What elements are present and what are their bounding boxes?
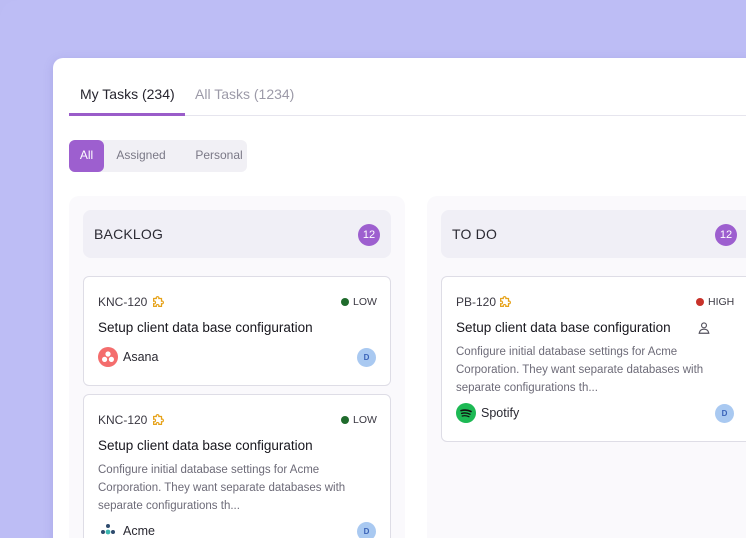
count-badge: 12	[358, 224, 380, 246]
priority-label: HIGH	[708, 296, 735, 308]
task-id: KNC-120	[98, 295, 148, 309]
task-title: Setup client data base configuration	[98, 320, 313, 335]
filter-personal-button[interactable]: Personal	[189, 140, 249, 172]
column-header: BACKLOG 12	[83, 210, 391, 258]
priority-indicator: HIGH	[696, 296, 734, 308]
task-card[interactable]: KNC-120 LOW Setup client data base confi…	[83, 276, 391, 386]
tab-all-tasks[interactable]: All Tasks (1234)	[195, 80, 294, 116]
task-card[interactable]: KNC-120 LOW Setup client data base confi…	[83, 394, 391, 538]
task-title: Setup client data base configuration	[98, 438, 313, 453]
puzzle-icon	[500, 296, 511, 307]
priority-dot	[341, 416, 349, 424]
avatar[interactable]: D	[357, 522, 376, 538]
priority-dot	[341, 298, 349, 306]
avatar[interactable]: D	[357, 348, 376, 367]
avatar[interactable]: D	[715, 404, 734, 423]
count-badge: 12	[715, 224, 737, 246]
company-tag: Acme	[98, 521, 155, 538]
tab-my-tasks[interactable]: My Tasks (234)	[69, 80, 185, 116]
spotify-logo-icon	[456, 403, 476, 423]
asana-logo-icon	[98, 347, 118, 367]
task-id: PB-120	[456, 295, 497, 309]
puzzle-icon	[153, 414, 164, 425]
priority-indicator: LOW	[341, 414, 377, 426]
company-tag: Spotify	[456, 403, 519, 423]
priority-label: LOW	[353, 414, 377, 426]
company-tag: Asana	[98, 347, 158, 367]
priority-indicator: LOW	[341, 296, 377, 308]
company-name: Acme	[123, 524, 155, 538]
task-title: Setup client data base configuration	[456, 320, 671, 335]
task-description: Configure initial database settings for …	[98, 464, 346, 512]
filter-segmented-control: All Assigned Personal	[69, 140, 247, 172]
task-card[interactable]: PB-120 HIGH Setup client data base confi…	[441, 276, 746, 442]
company-name: Asana	[123, 350, 159, 364]
person-icon	[698, 322, 710, 334]
priority-label: LOW	[353, 296, 377, 308]
filter-all-button[interactable]: All	[69, 140, 104, 172]
priority-dot	[696, 298, 704, 306]
task-id: KNC-120	[98, 413, 148, 427]
column-todo: TO DO 12 PB-120 HIGH Setup client data b…	[427, 196, 746, 538]
puzzle-icon	[153, 296, 164, 307]
tab-bar: My Tasks (234) All Tasks (1234)	[69, 80, 746, 116]
company-name: Spotify	[481, 406, 520, 420]
column-title: TO DO	[452, 226, 498, 242]
task-description: Configure initial database settings for …	[456, 346, 704, 394]
column-title: BACKLOG	[94, 226, 164, 242]
column-header: TO DO 12	[441, 210, 746, 258]
acme-logo-icon	[98, 521, 118, 538]
tasks-panel: My Tasks (234) All Tasks (1234) All Assi…	[53, 58, 746, 538]
column-backlog: BACKLOG 12 KNC-120 LOW Setup client data…	[69, 196, 405, 538]
filter-assigned-button[interactable]: Assigned	[112, 140, 170, 172]
